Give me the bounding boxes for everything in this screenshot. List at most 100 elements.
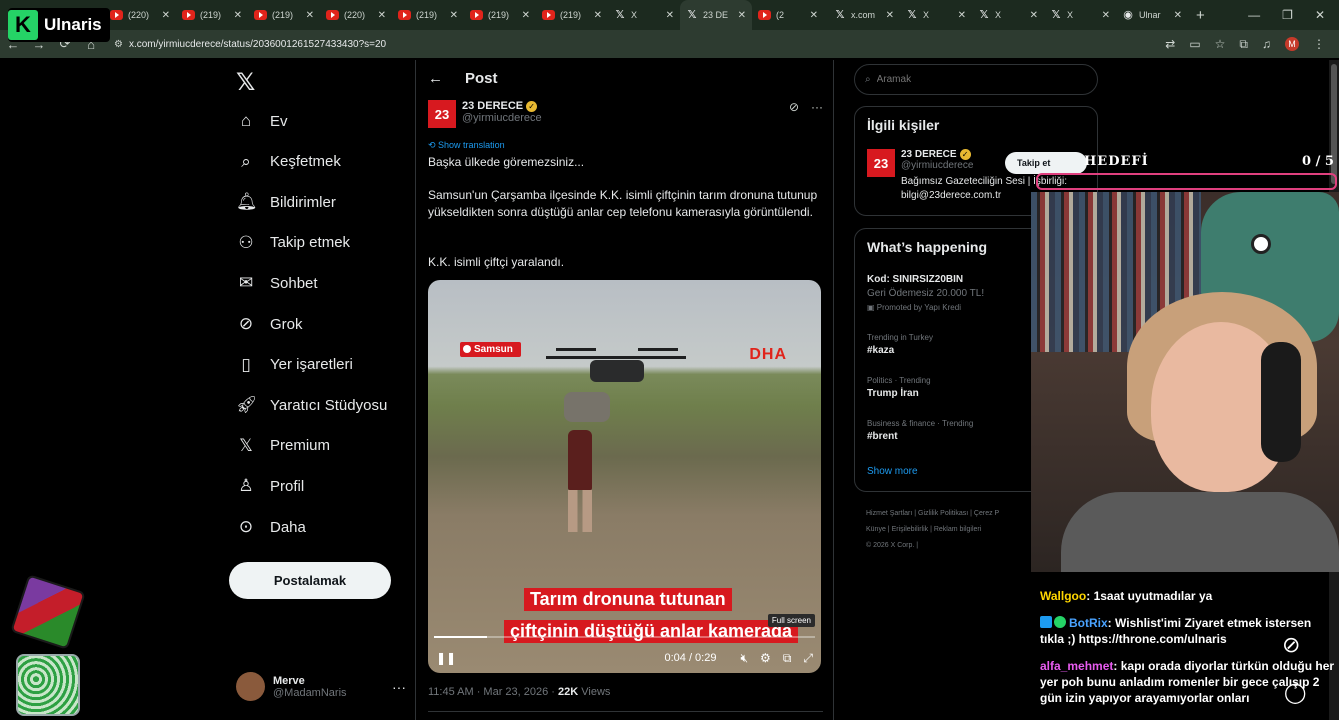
author-avatar[interactable]: 23 (428, 100, 456, 128)
close-tab-icon[interactable]: ✕ (1102, 10, 1110, 21)
close-tab-icon[interactable]: ✕ (378, 10, 386, 21)
settings-icon[interactable]: ⚙ (760, 651, 771, 665)
media-icon[interactable]: ♫ (1262, 37, 1271, 51)
cast-icon[interactable]: ▭ (1189, 37, 1200, 51)
browser-tab[interactable]: (2 ✕ (752, 0, 824, 30)
nav-item-sohbet[interactable]: ✉ Sohbet (236, 268, 318, 298)
footer-link[interactable]: Reklam bilgileri (934, 526, 981, 533)
footer-link[interactable]: Erişilebilirlik (892, 526, 929, 533)
browser-tab[interactable]: 𝕏 23 DE ✕ (680, 0, 752, 30)
nav-item-profil[interactable]: ♙ Profil (236, 471, 304, 501)
grok-icon[interactable]: ⊘ (789, 100, 799, 128)
browser-tab[interactable]: (220) ✕ (104, 0, 176, 30)
footer-link[interactable]: Çerez P (974, 510, 999, 517)
footer-link[interactable]: Künye (866, 526, 886, 533)
browser-tab[interactable]: (219) ✕ (248, 0, 320, 30)
browser-tab[interactable]: (220) ✕ (320, 0, 392, 30)
search-icon: ⌕ (241, 151, 251, 171)
close-tab-icon[interactable]: ✕ (522, 10, 530, 21)
chat-username[interactable]: Wallgoo (1040, 589, 1086, 603)
pause-icon[interactable]: ❚❚ (436, 651, 456, 665)
browser-tab-label: (219) (488, 10, 510, 20)
close-tab-icon[interactable]: ✕ (666, 10, 674, 21)
divider (428, 711, 823, 712)
close-tab-icon[interactable]: ✕ (594, 10, 602, 21)
browser-tab-label: X (631, 10, 638, 20)
account-switcher[interactable]: Merve @MadamNaris ··· (236, 672, 406, 701)
browser-tab[interactable]: 𝕏 X ✕ (972, 0, 1044, 30)
nav-item-label: Takip etmek (270, 234, 351, 252)
translate-icon[interactable]: ⇄ (1165, 37, 1175, 51)
browser-tab[interactable]: 𝕏 X ✕ (900, 0, 972, 30)
more-icon[interactable]: ··· (392, 679, 406, 695)
nav-item-label: Premium (270, 437, 331, 455)
grok-icon[interactable]: ⊘ (1282, 632, 1300, 658)
footer-link[interactable]: © 2026 X Corp. (866, 542, 914, 549)
mute-icon[interactable]: 🔇︎ (740, 651, 748, 666)
close-tab-icon[interactable]: ✕ (450, 10, 458, 21)
close-window-icon[interactable]: ✕ (1315, 8, 1325, 22)
browser-tab[interactable]: (219) ✕ (536, 0, 608, 30)
x-icon: 𝕏 (615, 9, 625, 21)
show-more-link[interactable]: Show more (867, 466, 918, 477)
close-tab-icon[interactable]: ✕ (1174, 10, 1182, 21)
chat-username[interactable]: BotRix (1069, 616, 1108, 630)
fullscreen-icon[interactable]: ⤢ (803, 651, 813, 666)
extensions-icon[interactable]: ⧉ (1239, 37, 1248, 52)
search-input[interactable] (876, 74, 1097, 85)
nav-item-takip-etmek[interactable]: ⚇ Takip etmek (236, 228, 350, 258)
browser-tab[interactable]: (219) ✕ (176, 0, 248, 30)
nav-item-daha[interactable]: ⊙ Daha (236, 512, 306, 542)
close-tab-icon[interactable]: ✕ (306, 10, 314, 21)
youtube-icon (398, 10, 411, 20)
post-timestamp[interactable]: 11:45 AM · Mar 23, 2026 · (428, 686, 558, 698)
close-tab-icon[interactable]: ✕ (738, 10, 746, 21)
nav-item-ev[interactable]: ⌂ Ev (236, 106, 288, 136)
close-tab-icon[interactable]: ✕ (234, 10, 242, 21)
nav-item-yaratıcı-stüdyosu[interactable]: 🚀︎ Yaratıcı Stüdyosu (236, 390, 387, 420)
subscriber-goal: HEDEFİ 0 / 5 (1038, 151, 1339, 173)
browser-tab[interactable]: ◉ Ulnar ✕ (1116, 0, 1188, 30)
site-settings-icon[interactable]: ⚙ (114, 39, 123, 50)
chat-username[interactable]: alfa_mehmet (1040, 659, 1113, 673)
browser-tab[interactable]: (219) ✕ (464, 0, 536, 30)
video-player[interactable]: Samsun DHA Tarım dronuna tutunan çiftçin… (428, 280, 821, 673)
related-user-name[interactable]: 23 DERECE (901, 149, 957, 160)
back-arrow-icon[interactable]: ← (428, 70, 443, 87)
nav-item-premium[interactable]: 𝕏 Premium (236, 431, 330, 461)
browser-tab-label: (219) (560, 10, 582, 20)
browser-menu-icon[interactable]: ⋮ (1313, 37, 1325, 51)
show-translation-link[interactable]: ⟲ Show translation (428, 140, 505, 151)
browser-tab[interactable]: 𝕏 X ✕ (1044, 0, 1116, 30)
restore-icon[interactable]: ❐ (1282, 8, 1293, 22)
nav-item-yer-işaretleri[interactable]: ▯ Yer işaretleri (236, 350, 353, 380)
close-tab-icon[interactable]: ✕ (958, 10, 966, 21)
close-tab-icon[interactable]: ✕ (886, 10, 894, 21)
x-logo-icon[interactable]: 𝕏 (236, 68, 255, 97)
footer-link[interactable]: Hizmet Şartları (866, 510, 912, 517)
related-user-avatar[interactable]: 23 (867, 149, 895, 177)
browser-tab[interactable]: (219) ✕ (392, 0, 464, 30)
author-name[interactable]: 23 DERECE (462, 100, 523, 112)
post-button[interactable]: Postalamak (229, 562, 391, 599)
close-tab-icon[interactable]: ✕ (810, 10, 818, 21)
nav-item-bildirimler[interactable]: 🔔︎ Bildirimler (236, 187, 336, 217)
new-tab-button[interactable]: + (1196, 7, 1205, 24)
close-tab-icon[interactable]: ✕ (162, 10, 170, 21)
video-progress-bar[interactable] (434, 636, 815, 638)
browser-tab[interactable]: 𝕏x.com ✕ (828, 0, 900, 30)
url-field[interactable]: ⚙ x.com/yirmiucderece/status/20360012615… (114, 39, 1165, 50)
browser-tab[interactable]: 𝕏 X ✕ (608, 0, 680, 30)
nav-item-grok[interactable]: ⊘ Grok (236, 309, 303, 339)
minimize-icon[interactable]: — (1248, 8, 1260, 22)
close-tab-icon[interactable]: ✕ (1030, 10, 1038, 21)
more-icon[interactable]: ··· (811, 100, 823, 128)
bookmark-star-icon[interactable]: ☆ (1215, 37, 1226, 51)
search-box[interactable]: ⌕ (854, 64, 1098, 95)
profile-avatar[interactable]: M (1285, 37, 1299, 51)
footer-link[interactable]: Gizlilik Politikası (918, 510, 968, 517)
author-handle[interactable]: @yirmiucderece (462, 112, 542, 124)
chat-bubble-icon[interactable]: ◯ (1284, 680, 1306, 705)
nav-item-keşfetmek[interactable]: ⌕ Keşfetmek (236, 147, 341, 177)
picture-in-picture-icon[interactable]: ⧉ (783, 651, 792, 666)
